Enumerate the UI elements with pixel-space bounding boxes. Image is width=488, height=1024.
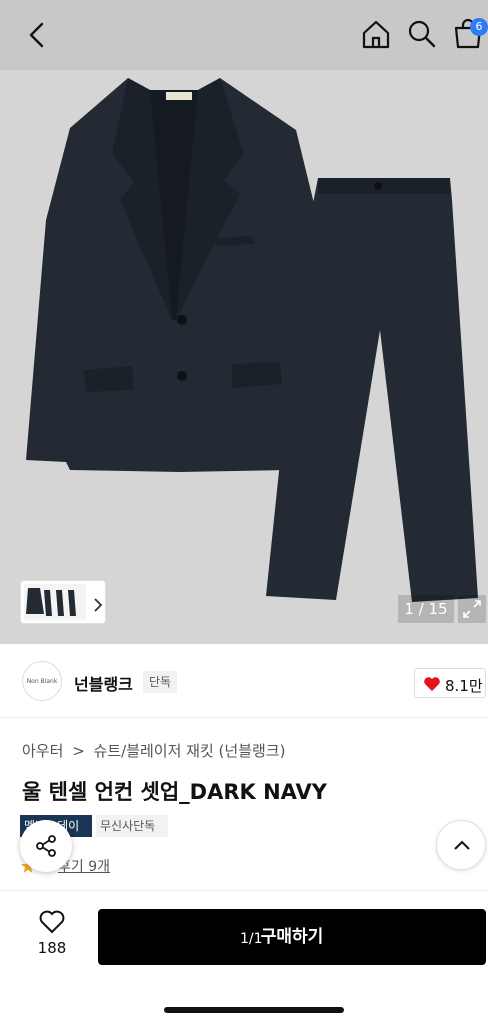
wishlist-count: 188 xyxy=(37,939,67,957)
wishlist-button[interactable]: 188 xyxy=(24,909,80,969)
thumbnail-image xyxy=(24,584,86,620)
like-count: 8.1만 xyxy=(445,677,483,695)
exclusive-badge: 단독 xyxy=(143,671,178,693)
brand-name[interactable]: 넌블랭크 xyxy=(74,671,133,695)
brand-row: Non Blank 넌블랭크 단독 8.1만 xyxy=(0,644,488,718)
product-photo xyxy=(26,78,478,602)
cart-count-badge: 6 xyxy=(470,18,488,36)
top-bar: 6 xyxy=(0,0,488,70)
home-indicator xyxy=(164,1007,344,1013)
exclusive-tag: 무신사단독 xyxy=(96,815,168,837)
product-title: 울 텐셀 언컨 셋업_DARK NAVY xyxy=(22,780,327,804)
page-indicator: 1/1 xyxy=(240,931,263,947)
scroll-top-button[interactable] xyxy=(436,820,486,870)
breadcrumb-separator: > xyxy=(72,742,85,760)
buy-button[interactable]: 구매하기 xyxy=(98,909,486,965)
breadcrumb: 아우터 > 슈트/블레이저 재킷 (넌블랭크) xyxy=(22,740,289,761)
brand-logo[interactable]: Non Blank xyxy=(22,661,62,701)
breadcrumb-category[interactable]: 아우터 xyxy=(22,742,63,760)
search-icon[interactable] xyxy=(404,16,440,52)
heart-icon xyxy=(423,676,441,696)
bottom-action-bar: 188 구매하기 1/1 xyxy=(0,890,488,1024)
expand-icon[interactable] xyxy=(458,595,486,623)
back-icon[interactable] xyxy=(22,18,52,52)
home-icon[interactable] xyxy=(358,16,394,52)
like-button[interactable]: 8.1만 xyxy=(414,668,486,698)
share-icon xyxy=(36,835,56,857)
share-button[interactable] xyxy=(20,820,72,872)
image-counter: 1 / 15 xyxy=(398,595,454,623)
breadcrumb-subcategory[interactable]: 슈트/블레이저 재킷 (넌블랭크) xyxy=(94,742,286,760)
thumbnail-strip[interactable] xyxy=(20,580,106,624)
chevron-up-icon xyxy=(454,840,470,850)
heart-outline-icon xyxy=(39,910,65,934)
product-image-gallery[interactable]: 1 / 15 xyxy=(0,70,488,644)
